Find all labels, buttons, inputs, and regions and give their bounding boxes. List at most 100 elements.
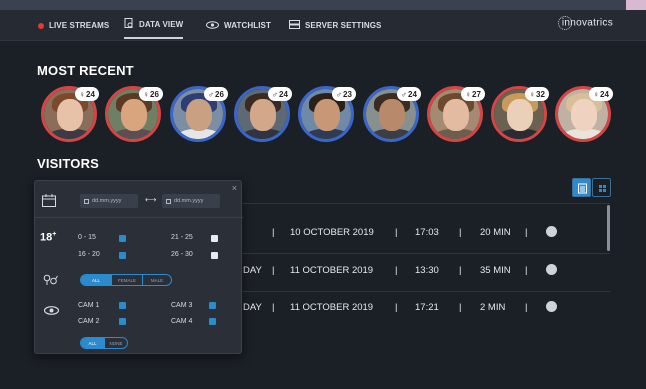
- nav-watchlist-label: WATCHLIST: [224, 21, 271, 30]
- row-separator: |: [459, 265, 462, 276]
- age-value: 32: [536, 89, 545, 99]
- age-plus: +: [52, 231, 57, 238]
- age-value: 24: [279, 89, 288, 99]
- most-recent-title: MOST RECENT: [37, 63, 134, 78]
- camera-4-label: CAM 4: [171, 318, 193, 325]
- row-separator: |: [272, 227, 275, 238]
- camera-none-option[interactable]: NONE: [104, 338, 127, 348]
- visitor-time: 13:30: [415, 265, 439, 276]
- camera-3-checkbox[interactable]: [209, 302, 216, 309]
- visitor-date: 10 OCTOBER 2019: [290, 227, 374, 238]
- nav-data-view[interactable]: DATA VIEW: [124, 12, 184, 39]
- grid-view-icon: [599, 185, 606, 192]
- gender-age-badge: ♂ 24: [268, 87, 292, 101]
- user-profile-icon[interactable]: [546, 226, 557, 237]
- gender-icon: [43, 273, 58, 292]
- eye-icon: [206, 20, 219, 31]
- gender-age-badge: ♀ 27: [461, 87, 485, 101]
- gender-symbol: ♂: [401, 89, 407, 99]
- gender-segmented-control: ALL FEMALE MALE: [80, 274, 172, 286]
- gender-age-badge: ♂ 26: [204, 87, 228, 101]
- face-head: [571, 99, 597, 131]
- nav-live-streams-label: LIVE STREAMS: [49, 21, 110, 30]
- calendar-icon: [42, 194, 56, 212]
- visitor-date: 11 OCTOBER 2019: [290, 265, 374, 276]
- row-separator: |: [395, 265, 398, 276]
- camera-all-option[interactable]: ALL: [81, 338, 104, 348]
- gender-male-option[interactable]: MALE: [142, 275, 171, 285]
- visitor-date: 11 OCTOBER 2019: [290, 302, 374, 313]
- age-range-26-30: 26 - 30: [171, 251, 193, 258]
- gender-symbol: ♂: [272, 89, 278, 99]
- age-value: 26: [150, 89, 159, 99]
- camera-2-label: CAM 2: [78, 318, 100, 325]
- gender-symbol: ♀: [593, 89, 599, 99]
- gender-symbol: ♀: [465, 89, 471, 99]
- visitors-title: VISITORS: [37, 156, 100, 171]
- camera-1-checkbox[interactable]: [119, 302, 126, 309]
- date-to-input[interactable]: dd.mm.yyyy: [162, 194, 220, 208]
- visitors-scrollbar[interactable]: [607, 205, 610, 251]
- face-head: [507, 99, 533, 131]
- date-from-calendar-icon: [84, 198, 89, 204]
- gender-age-badge: ♀ 32: [525, 87, 549, 101]
- document-search-icon: [124, 18, 134, 31]
- gender-female-option[interactable]: FEMALE: [111, 275, 142, 285]
- age-range-16-20: 16 - 20: [78, 251, 100, 258]
- filter-divider: [35, 217, 243, 218]
- row-separator: |: [459, 227, 462, 238]
- gender-age-badge: ♂ 23: [332, 87, 356, 101]
- window-corner: [626, 0, 646, 10]
- row-separator: |: [272, 302, 275, 313]
- date-from-input[interactable]: dd.mm.yyyy: [80, 194, 138, 208]
- face-head: [314, 99, 340, 131]
- face-head: [57, 99, 83, 131]
- filter-close-button[interactable]: ×: [232, 183, 237, 193]
- age-range-16-20-checkbox[interactable]: [119, 252, 126, 259]
- row-separator: |: [525, 227, 528, 238]
- age-range-0-15: 0 - 15: [78, 234, 96, 241]
- gender-symbol: ♀: [529, 89, 535, 99]
- user-profile-icon[interactable]: [546, 301, 557, 312]
- camera-1-label: CAM 1: [78, 302, 100, 309]
- face-head: [121, 99, 147, 131]
- row-separator: |: [395, 302, 398, 313]
- age-range-21-25-checkbox[interactable]: [211, 235, 218, 242]
- gender-symbol: ♀: [79, 89, 85, 99]
- list-view-button[interactable]: [572, 178, 591, 197]
- window-top-strip: [0, 0, 646, 10]
- gender-age-badge: ♀ 26: [139, 87, 163, 101]
- age-value: 24: [86, 89, 95, 99]
- innovatrics-logo[interactable]: innovatrics: [557, 16, 613, 30]
- live-dot-icon: [38, 22, 44, 29]
- camera-3-label: CAM 3: [171, 302, 193, 309]
- camera-2-checkbox[interactable]: [119, 318, 126, 325]
- row-separator: |: [525, 302, 528, 313]
- face-head: [250, 99, 276, 131]
- grid-view-button[interactable]: [592, 178, 611, 197]
- age-range-26-30-checkbox[interactable]: [211, 252, 218, 259]
- age-range-0-15-checkbox[interactable]: [119, 235, 126, 242]
- nav-data-view-label: DATA VIEW: [139, 20, 184, 29]
- face-head: [379, 99, 405, 131]
- gender-age-badge: ♀ 24: [589, 87, 613, 101]
- gender-all-option[interactable]: ALL: [81, 275, 111, 285]
- age-value: 23: [343, 89, 352, 99]
- row-separator: |: [459, 302, 462, 313]
- camera-segmented-control: ALL NONE: [80, 337, 128, 349]
- date-range-arrow: ⟷: [145, 195, 157, 204]
- visitor-duration: 2 MIN: [480, 302, 506, 313]
- age-value: 24: [600, 89, 609, 99]
- visitor-day-prefix: DAY: [243, 302, 262, 313]
- visitor-duration: 35 MIN: [480, 265, 511, 276]
- nav-watchlist[interactable]: WATCHLIST: [206, 10, 271, 41]
- nav-live-streams[interactable]: LIVE STREAMS: [38, 10, 109, 41]
- gender-symbol: ♂: [336, 89, 342, 99]
- visitor-time: 17:21: [415, 302, 439, 313]
- nav-server-settings[interactable]: SERVER SETTINGS: [289, 10, 381, 41]
- user-profile-icon[interactable]: [546, 264, 557, 275]
- filter-popup: × dd.mm.yyyy ⟷ dd.mm.yyyy 18+ 0 - 15 21 …: [34, 180, 243, 354]
- row-separator: |: [272, 265, 275, 276]
- age-value: 24: [408, 89, 417, 99]
- camera-4-checkbox[interactable]: [209, 318, 216, 325]
